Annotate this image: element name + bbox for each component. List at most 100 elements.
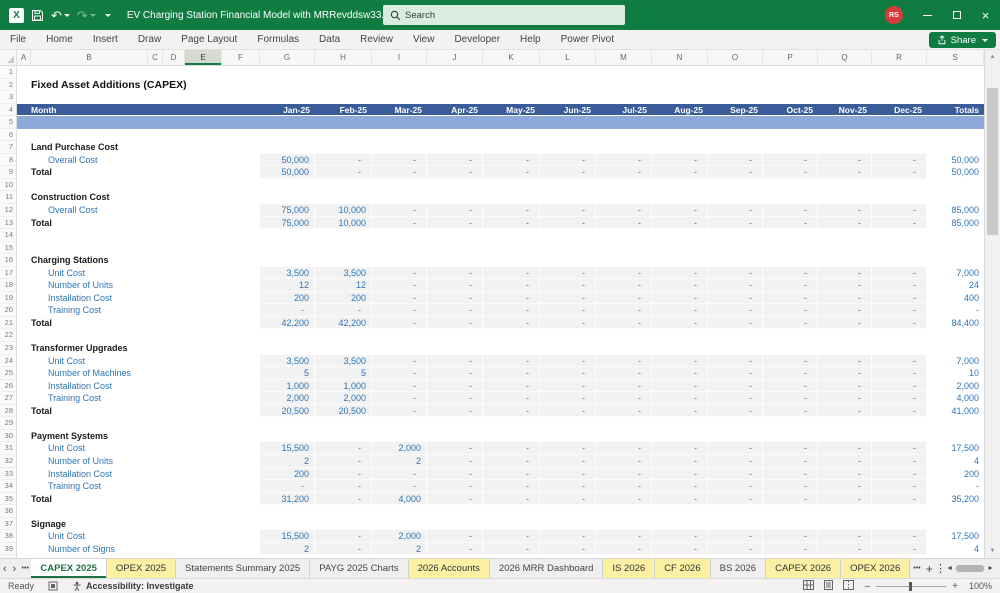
zoom-level-label[interactable]: 100% (964, 581, 992, 591)
value-cell-r19-m4[interactable]: - (427, 291, 483, 305)
value-cell-r18-m8[interactable]: - (652, 279, 708, 292)
row-header-25[interactable]: 25 (0, 367, 17, 380)
empty-label-cell-r10[interactable] (17, 179, 260, 192)
value-cell-r8-m11[interactable]: - (818, 153, 872, 167)
value-cell-r25-m4[interactable]: - (427, 367, 483, 380)
row-header-13[interactable]: 13 (0, 216, 17, 230)
share-button[interactable]: Share (928, 32, 996, 48)
value-cell-r31-m7[interactable]: - (596, 442, 652, 455)
ribbon-tab-formulas[interactable]: Formulas (247, 30, 309, 49)
value-cell-r8-m8[interactable]: - (652, 153, 708, 167)
value-cell-r20-m7[interactable]: - (596, 304, 652, 317)
value-cell-r27-m12[interactable]: - (872, 392, 927, 405)
value-cell-r24-m4[interactable]: - (427, 354, 483, 368)
scroll-up-icon[interactable]: ▲ (985, 50, 1000, 64)
value-cell-r35-m5[interactable]: - (483, 492, 540, 506)
vertical-scrollbar[interactable]: ▲ ▼ (984, 50, 1000, 558)
value-cell-r25-m6[interactable]: - (540, 367, 596, 380)
value-cell-r25-m12[interactable]: - (872, 367, 927, 380)
value-cell-r34-m8[interactable]: - (652, 480, 708, 493)
scroll-down-icon[interactable]: ▼ (985, 544, 1000, 558)
zoom-in-button[interactable]: + (952, 581, 958, 592)
empty-label-cell-r6[interactable] (17, 129, 260, 142)
value-cell-r13-m2[interactable]: 10,000 (315, 216, 372, 230)
cell-label-land-purchase-cost-r7[interactable]: Land Purchase Cost (17, 141, 260, 154)
value-cell-r27-m1[interactable]: 2,000 (260, 392, 315, 405)
value-cell-r38-m8[interactable]: - (652, 530, 708, 543)
row-header-5[interactable]: 5 (0, 116, 17, 129)
horizontal-scroll-thumb[interactable] (956, 565, 985, 572)
value-cell-r9-m4[interactable]: - (427, 166, 483, 179)
value-cell-r33-m12[interactable]: - (872, 467, 927, 481)
close-button[interactable]: × (971, 0, 1000, 30)
ribbon-tab-home[interactable]: Home (36, 30, 83, 49)
value-cell-r28-m5[interactable]: - (483, 404, 540, 418)
value-cell-r13-m9[interactable]: - (708, 216, 763, 230)
cell-label-installation-cost-r33[interactable]: Installation Cost (17, 468, 260, 481)
month-header-cell-aug-25[interactable]: Aug-25 (652, 103, 708, 117)
row-header-10[interactable]: 10 (0, 178, 17, 192)
value-cell-r35-m10[interactable]: - (763, 492, 818, 506)
value-cell-r26-m9[interactable]: - (708, 379, 763, 393)
row-header-37[interactable]: 37 (0, 517, 17, 531)
value-cell-r25-m1[interactable]: 5 (260, 367, 315, 380)
value-cell-r32-m2[interactable]: - (315, 454, 372, 468)
value-cell-r17-m4[interactable]: - (427, 266, 483, 280)
value-cell-r38-m12[interactable]: - (872, 530, 927, 543)
row-header-39[interactable]: 39 (0, 542, 17, 556)
row-header-16[interactable]: 16 (0, 254, 17, 267)
row-header-8[interactable]: 8 (0, 153, 17, 167)
value-cell-r31-m9[interactable]: - (708, 442, 763, 455)
value-cell-r25-m10[interactable]: - (763, 367, 818, 380)
total-cell-r39[interactable]: 4 (927, 543, 984, 556)
value-cell-r9-m3[interactable]: - (372, 166, 427, 179)
value-cell-r38-m11[interactable]: - (818, 530, 872, 543)
value-cell-r34-m7[interactable]: - (596, 480, 652, 493)
value-cell-r35-m7[interactable]: - (596, 492, 652, 506)
value-cell-r34-m10[interactable]: - (763, 480, 818, 493)
value-cell-r27-m9[interactable]: - (708, 392, 763, 405)
row-header-4[interactable]: 4 (0, 103, 17, 117)
column-header-G[interactable]: G (260, 50, 315, 65)
value-cell-r20-m4[interactable]: - (427, 304, 483, 317)
row-header-38[interactable]: 38 (0, 530, 17, 543)
row-header-14[interactable]: 14 (0, 229, 17, 242)
total-cell-r18[interactable]: 24 (927, 279, 984, 292)
ribbon-tab-draw[interactable]: Draw (128, 30, 171, 49)
row-header-6[interactable]: 6 (0, 128, 17, 142)
total-cell-r25[interactable]: 10 (927, 367, 984, 380)
prev-sheet-button[interactable]: ‹ (0, 559, 10, 578)
value-cell-r17-m9[interactable]: - (708, 266, 763, 280)
value-cell-r35-m6[interactable]: - (540, 492, 596, 506)
value-cell-r12-m12[interactable]: - (872, 204, 927, 217)
value-cell-r24-m6[interactable]: - (540, 354, 596, 368)
value-cell-r20-m11[interactable]: - (818, 304, 872, 317)
restore-button[interactable] (942, 0, 971, 30)
value-cell-r33-m9[interactable]: - (708, 467, 763, 481)
value-cell-r12-m5[interactable]: - (483, 204, 540, 217)
value-cell-r9-m5[interactable]: - (483, 166, 540, 179)
cell-label-unit-cost-r31[interactable]: Unit Cost (17, 442, 260, 455)
value-cell-r20-m6[interactable]: - (540, 304, 596, 317)
scroll-right-icon[interactable]: ► (987, 565, 994, 572)
value-cell-r35-m9[interactable]: - (708, 492, 763, 506)
undo-button[interactable]: ↶ (51, 9, 70, 22)
value-cell-r8-m1[interactable]: 50,000 (260, 153, 315, 167)
value-cell-r24-m12[interactable]: - (872, 354, 927, 368)
row-header-22[interactable]: 22 (0, 329, 17, 343)
row-header-32[interactable]: 32 (0, 454, 17, 468)
value-cell-r24-m3[interactable]: - (372, 354, 427, 368)
cell-label-overall-cost-r8[interactable]: Overall Cost (17, 154, 260, 167)
value-cell-r21-m8[interactable]: - (652, 316, 708, 330)
total-cell-r33[interactable]: 200 (927, 468, 984, 481)
value-cell-r39-m3[interactable]: 2 (372, 542, 427, 556)
value-cell-r24-m2[interactable]: 3,500 (315, 354, 372, 368)
value-cell-r25-m2[interactable]: 5 (315, 367, 372, 380)
column-header-D[interactable]: D (163, 50, 185, 65)
value-cell-r39-m12[interactable]: - (872, 542, 927, 556)
value-cell-r19-m3[interactable]: - (372, 291, 427, 305)
value-cell-r39-m1[interactable]: 2 (260, 542, 315, 556)
value-cell-r34-m5[interactable]: - (483, 480, 540, 493)
value-cell-r38-m5[interactable]: - (483, 530, 540, 543)
cell-label-installation-cost-r26[interactable]: Installation Cost (17, 380, 260, 393)
